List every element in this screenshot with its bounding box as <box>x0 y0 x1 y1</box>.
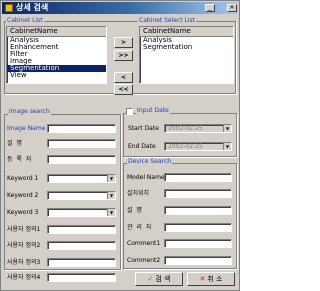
start-date-picker[interactable]: 2002-02-25 ▼ <box>164 124 232 133</box>
location-input[interactable] <box>164 189 232 198</box>
image-name-label: Image Name <box>7 125 46 132</box>
comment1-label: Comment1 <box>127 240 161 247</box>
keyword-2-label: Keyword 2 <box>7 192 39 199</box>
chevron-down-icon[interactable]: ▼ <box>107 175 115 182</box>
add-all-button[interactable]: >> <box>114 50 133 61</box>
user-defined-2-input[interactable] <box>47 241 116 250</box>
location-label: 설치위치 <box>127 190 150 197</box>
cabinet-list-item[interactable]: View <box>7 72 106 79</box>
device-desc-input[interactable] <box>164 206 232 215</box>
title-bar[interactable]: 상세 검색 _ ✕ <box>2 2 238 14</box>
end-date-label: End Date <box>128 143 156 150</box>
comment1-input[interactable] <box>164 239 232 248</box>
user-defined-2-label: 사용자 정의2 <box>7 242 41 249</box>
check-icon: ✓ <box>147 275 154 283</box>
image-search-title: Image search <box>8 108 51 116</box>
image-desc-input[interactable] <box>47 139 116 148</box>
search-button[interactable]: ✓ 검 색 <box>135 272 183 286</box>
chevron-down-icon[interactable]: ▼ <box>223 143 231 150</box>
search-dialog: 상세 검색 _ ✕ Cabinet List Cabinet Select Li… <box>0 0 240 291</box>
input-date-label: Input Date <box>136 107 170 115</box>
model-name-input[interactable] <box>164 173 232 182</box>
remove-button[interactable]: < <box>114 72 133 83</box>
cabinet-select-list-title: Cabinet Select List <box>138 17 197 25</box>
manager-input[interactable] <box>164 223 232 232</box>
keyword-3-select[interactable]: ▼ <box>47 208 116 217</box>
device-desc-label: 설 명 <box>127 207 143 214</box>
search-button-label: 검 색 <box>155 275 171 283</box>
close-button[interactable]: ✕ <box>227 4 237 12</box>
cancel-button[interactable]: ✕ 취 소 <box>187 272 235 286</box>
add-button[interactable]: > <box>114 37 133 48</box>
image-name-input[interactable] <box>47 124 116 133</box>
cabinet-select-list-item[interactable]: Segmentation <box>140 44 233 51</box>
keyword-2-select[interactable]: ▼ <box>47 191 116 200</box>
cabinet-select-list[interactable]: CabinetName Analysis Segmentation <box>139 26 234 84</box>
user-defined-4-input[interactable] <box>47 273 116 282</box>
keyword-3-label: Keyword 3 <box>7 209 39 216</box>
user-defined-3-label: 사용자 정의3 <box>7 259 41 266</box>
chevron-down-icon[interactable]: ▼ <box>107 192 115 199</box>
keyword-1-select[interactable]: ▼ <box>47 174 116 183</box>
end-date-picker[interactable]: 2002-02-25 ▼ <box>164 142 232 151</box>
cancel-button-label: 취 소 <box>207 275 223 283</box>
chevron-down-icon[interactable]: ▼ <box>107 209 115 216</box>
start-date-value: 2002-02-25 <box>168 125 203 132</box>
registrant-label: 등 록 자 <box>7 156 33 163</box>
model-name-label: Model Name <box>127 174 165 181</box>
registrant-input[interactable] <box>47 155 116 164</box>
app-icon <box>5 4 13 12</box>
end-date-value: 2002-02-25 <box>168 143 203 150</box>
user-defined-3-input[interactable] <box>47 258 116 267</box>
remove-all-button[interactable]: << <box>114 84 133 95</box>
cancel-icon: ✕ <box>199 275 206 283</box>
keyword-1-label: Keyword 1 <box>7 175 39 182</box>
comment2-label: Comment2 <box>127 257 161 264</box>
window-title: 상세 검색 <box>16 3 49 12</box>
minimize-button[interactable]: _ <box>205 4 215 12</box>
cabinet-list[interactable]: CabinetName Analysis Enhancement Filter Ima… <box>6 26 107 84</box>
user-defined-1-input[interactable] <box>47 225 116 234</box>
image-desc-label: 설 명 <box>7 140 23 147</box>
device-search-title: Device Search <box>127 158 173 166</box>
input-date-checkbox[interactable] <box>126 108 133 115</box>
user-defined-4-label: 사용자 정의4 <box>7 274 41 281</box>
start-date-label: Start Date <box>128 125 159 132</box>
comment2-input[interactable] <box>164 256 232 265</box>
chevron-down-icon[interactable]: ▼ <box>223 125 231 132</box>
user-defined-1-label: 사용자 정의1 <box>7 226 41 233</box>
cabinet-list-title: Cabinet List <box>6 17 44 25</box>
manager-label: 관 리 자 <box>127 224 153 231</box>
